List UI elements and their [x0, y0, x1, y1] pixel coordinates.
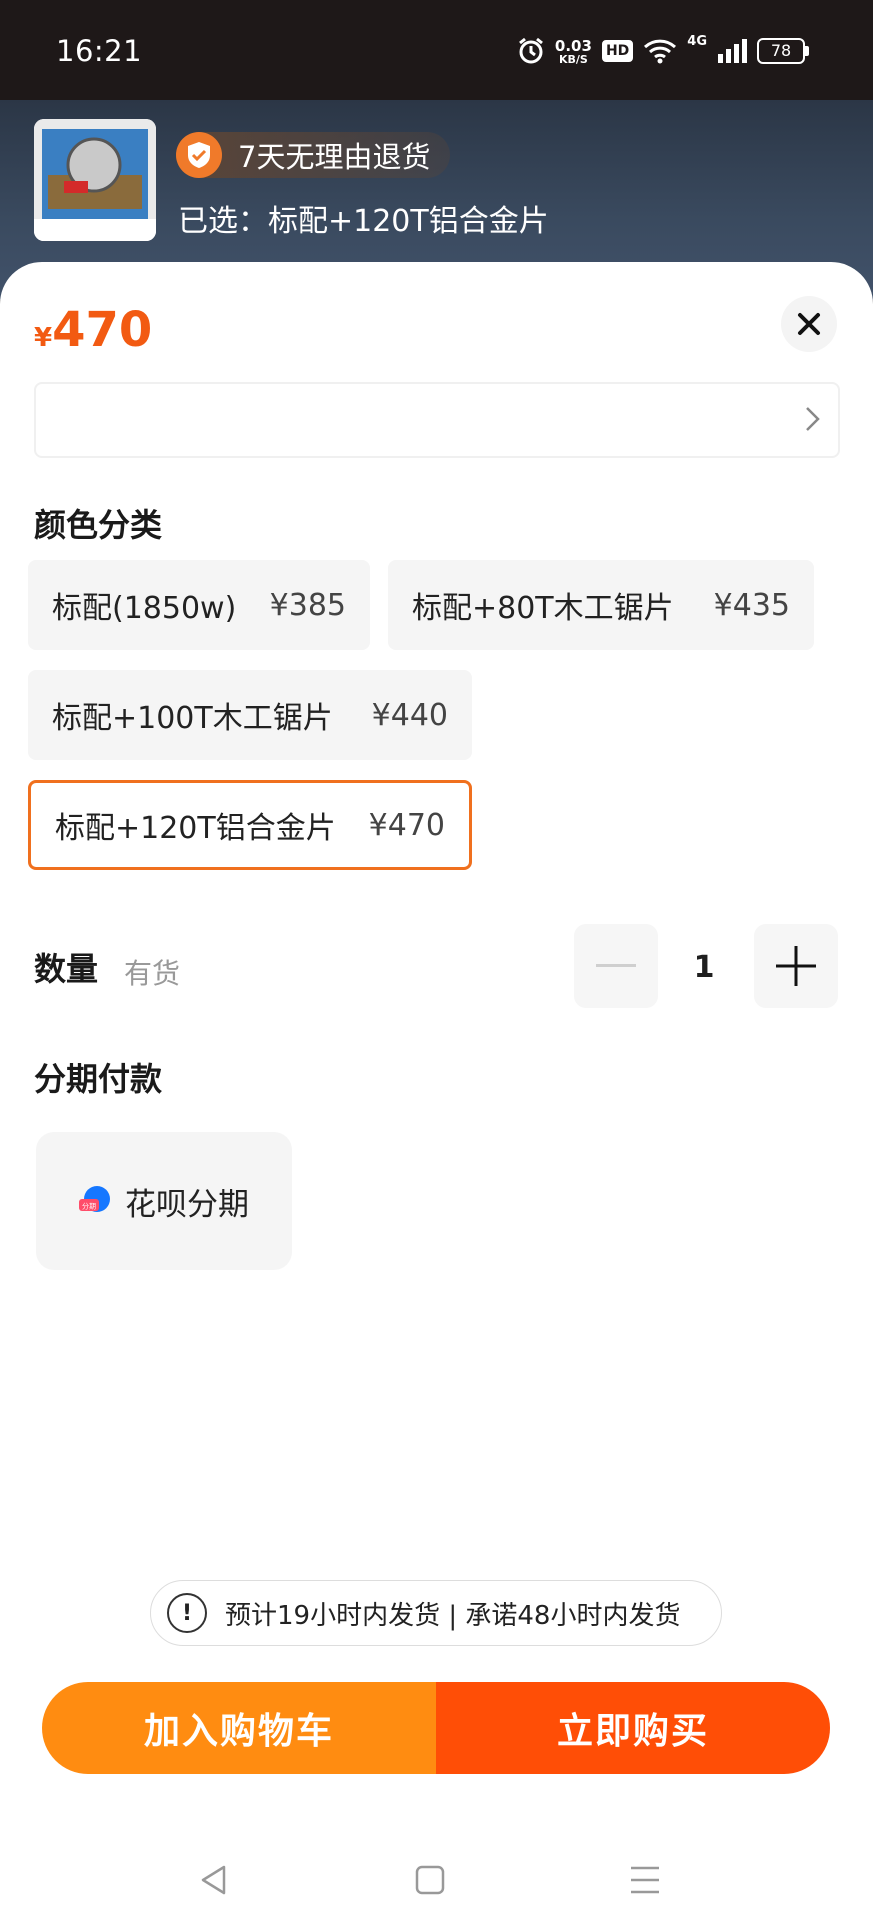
signal-icon [718, 39, 747, 63]
home-square-icon [415, 1865, 445, 1895]
wifi-icon [644, 39, 677, 64]
plus-icon [776, 946, 816, 986]
network-type: 4G [687, 34, 707, 49]
minus-icon [596, 964, 636, 967]
status-bar: 16:21 0.03 KB/S HD 4G 78 [0, 0, 873, 100]
return-policy-text: 7天无理由退货 [238, 140, 431, 174]
return-policy-badge: 7天无理由退货 [176, 132, 451, 178]
shipping-notice: ! 预计19小时内发货 | 承诺48小时内发货 [150, 1580, 722, 1646]
buy-now-button[interactable]: 立即购买 [436, 1682, 830, 1774]
close-icon [798, 313, 820, 335]
network-speed: 0.03 KB/S [554, 36, 592, 66]
stock-status: 有货 [124, 957, 181, 990]
color-option[interactable]: 标配+100T木工锯片 ¥440 [28, 670, 472, 760]
color-option[interactable]: 标配+80T木工锯片 ¥435 [388, 560, 814, 650]
chevron-right-icon [806, 407, 820, 431]
price-currency: ¥ [34, 323, 53, 353]
back-nav-button[interactable] [194, 1860, 234, 1900]
close-button[interactable] [781, 296, 837, 352]
installment-title: 分期付款 [34, 1060, 163, 1098]
battery-icon: 78 [757, 38, 809, 64]
sku-selector-sheet: ¥470 颜色分类 标配(1850w) ¥385 标配+80T木工锯片 ¥435 标… [0, 262, 873, 1920]
promotion-row[interactable] [34, 382, 840, 458]
quantity-title: 数量 [34, 950, 99, 988]
status-time: 16:21 [56, 34, 143, 68]
price: ¥470 [34, 302, 152, 358]
color-section-title: 颜色分类 [34, 506, 163, 544]
product-thumbnail[interactable] [34, 119, 156, 241]
svg-text:分期: 分期 [82, 1202, 96, 1211]
selected-variant-label: 已选：标配+120T铝合金片 [178, 204, 549, 239]
price-amount: 470 [52, 302, 153, 358]
add-to-cart-button[interactable]: 加入购物车 [42, 1682, 436, 1774]
color-option[interactable]: 标配(1850w) ¥385 [28, 560, 370, 650]
back-triangle-icon [201, 1865, 226, 1895]
home-nav-button[interactable] [410, 1860, 450, 1900]
huabei-icon: 分期 [79, 1185, 111, 1217]
decrease-quantity-button[interactable] [574, 924, 658, 1008]
shipping-notice-text: 预计19小时内发货 | 承诺48小时内发货 [225, 1600, 681, 1631]
menu-nav-button[interactable] [625, 1860, 665, 1900]
hd-icon: HD [601, 40, 634, 62]
color-option-selected[interactable]: 标配+120T铝合金片 ¥470 [28, 780, 472, 870]
saw-image-icon [34, 119, 156, 241]
alarm-icon [518, 37, 543, 64]
status-icons: 0.03 KB/S HD 4G 78 [517, 30, 809, 72]
shield-check-icon [176, 132, 222, 178]
quantity-value[interactable]: 1 [658, 950, 750, 985]
menu-lines-icon [631, 1866, 659, 1894]
increase-quantity-button[interactable] [754, 924, 838, 1008]
huabei-installment-option[interactable]: 分期 花呗分期 [36, 1132, 292, 1270]
info-icon: ! [167, 1593, 207, 1633]
system-nav-bar [0, 1842, 873, 1920]
